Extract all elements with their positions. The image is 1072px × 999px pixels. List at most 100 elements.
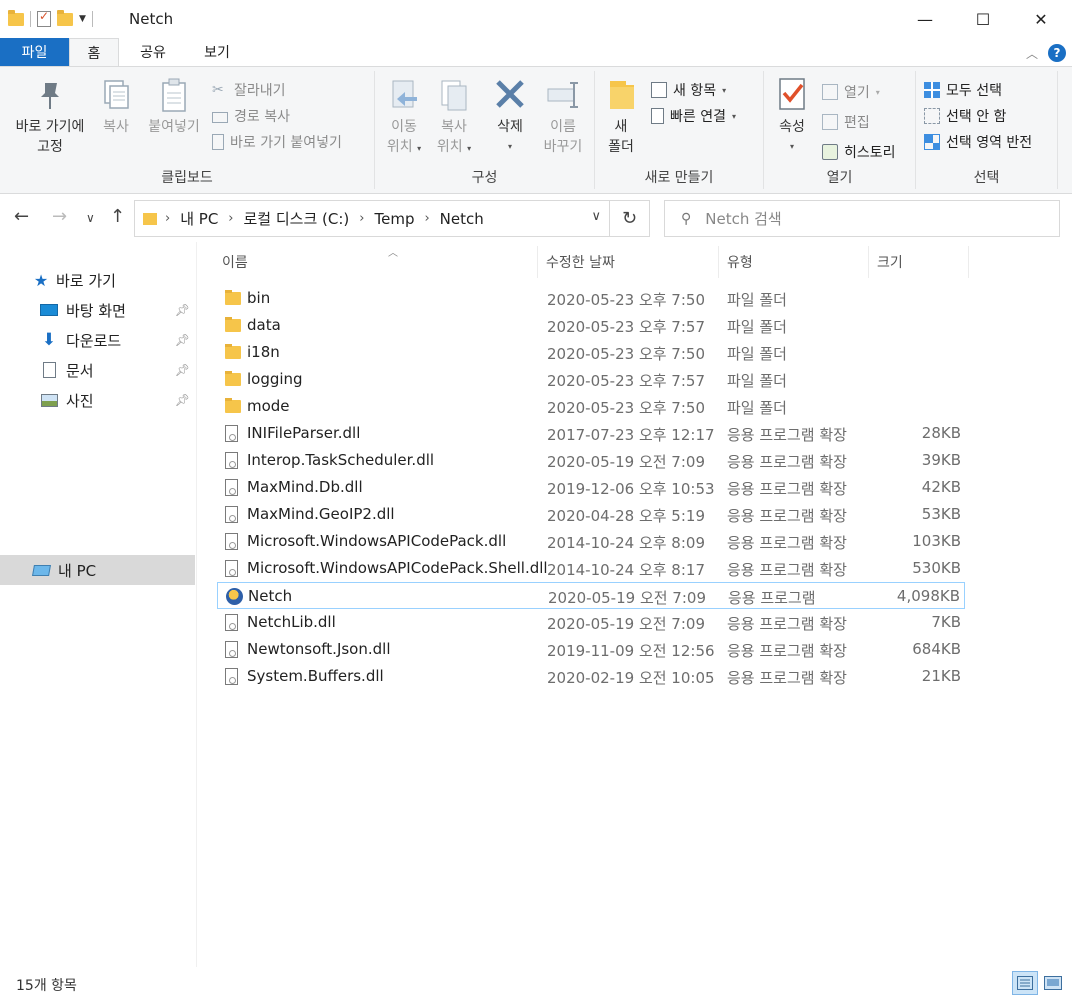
file-row[interactable]: MaxMind.GeoIP2.dll 2020-04-28 오후 5:19 응용 프… xyxy=(217,501,965,528)
download-icon: ⬇ xyxy=(41,330,57,350)
rename-button[interactable]: 이름 바꾸기 xyxy=(537,77,589,157)
move-to-button[interactable]: 이동 위치 ▾ xyxy=(381,77,427,159)
details-view-button[interactable] xyxy=(1012,971,1038,995)
refresh-icon: ↻ xyxy=(621,208,638,229)
tab-view[interactable]: 보기 xyxy=(188,38,246,66)
file-type: 파일 폴더 xyxy=(727,291,787,309)
sidebar-item-documents[interactable]: 문서 📌︎ xyxy=(0,355,195,385)
address-history-dropdown[interactable]: ∨ xyxy=(591,209,601,224)
breadcrumb-separator[interactable]: › xyxy=(228,211,233,226)
dll-file-icon xyxy=(225,452,241,469)
star-icon: ★ xyxy=(33,270,49,290)
file-row[interactable]: Newtonsoft.Json.dll 2019-11-09 오전 12:56 응용… xyxy=(217,636,965,663)
forward-button[interactable]: → xyxy=(52,206,67,227)
file-row[interactable]: Microsoft.WindowsAPICodePack.Shell.dll 20… xyxy=(217,555,965,582)
large-icons-view-button[interactable] xyxy=(1040,971,1066,995)
delete-button[interactable]: 삭제 ▾ xyxy=(485,77,535,157)
folder-icon xyxy=(8,9,24,26)
copy-to-button[interactable]: 복사 위치 ▾ xyxy=(431,77,477,159)
breadcrumb-temp[interactable]: Temp xyxy=(374,210,414,228)
new-item-button[interactable]: 새 항목 ▾ xyxy=(651,79,726,101)
new-folder-icon[interactable] xyxy=(57,9,73,26)
customize-toolbar-dropdown[interactable]: ▼ xyxy=(79,14,86,24)
move-to-icon xyxy=(392,80,417,108)
folder-row[interactable]: data 2020-05-23 오후 7:57 파일 폴더 xyxy=(217,312,965,339)
breadcrumb-local-disk[interactable]: 로컬 디스크 (C:) xyxy=(244,208,350,229)
breadcrumb-separator[interactable]: › xyxy=(424,211,429,226)
history-button[interactable]: 히스토리 xyxy=(822,141,896,163)
help-icon[interactable]: ? xyxy=(1048,44,1066,62)
copy-icon xyxy=(104,80,129,109)
file-list: 이름 ︿ 수정한 날짜 유형 크기 bin 2020-05-23 오후 7:50 파… xyxy=(197,242,1072,967)
file-row[interactable]: INIFileParser.dll 2017-07-23 오후 12:17 응용 프… xyxy=(217,420,965,447)
folder-row[interactable]: i18n 2020-05-23 오후 7:50 파일 폴더 xyxy=(217,339,965,366)
sidebar-item-this-pc[interactable]: 내 PC xyxy=(0,555,195,585)
sidebar-item-desktop[interactable]: 바탕 화면 📌︎ xyxy=(0,295,195,325)
column-header-date[interactable]: 수정한 날짜 xyxy=(538,246,719,278)
file-row[interactable]: MaxMind.Db.dll 2019-12-06 오후 10:53 응용 프로그램… xyxy=(217,474,965,501)
back-button[interactable]: ← xyxy=(14,206,29,227)
pin-to-quick-access-button[interactable]: 바로 가기에 고정 xyxy=(6,77,94,157)
recent-locations-dropdown[interactable]: ∨ xyxy=(86,211,95,225)
collapse-ribbon-icon[interactable]: ︿ xyxy=(1026,45,1038,62)
search-icon: ⚲ xyxy=(681,210,692,227)
copy-path-button[interactable]: 경로 복사 xyxy=(212,105,290,127)
maximize-button[interactable]: ☐ xyxy=(954,0,1012,38)
breadcrumb-separator[interactable]: › xyxy=(359,211,364,226)
history-label: 히스토리 xyxy=(844,145,896,161)
sidebar-item-quick-access[interactable]: ★ 바로 가기 xyxy=(0,265,195,295)
pin-icon[interactable]: 📌︎ xyxy=(175,303,190,317)
new-folder-button[interactable]: 새 폴더 xyxy=(601,77,641,157)
file-name: i18n xyxy=(247,343,280,361)
properties-button[interactable]: 속성 ▾ xyxy=(770,77,814,157)
folder-row[interactable]: logging 2020-05-23 오후 7:57 파일 폴더 xyxy=(217,366,965,393)
tab-file[interactable]: 파일 xyxy=(0,38,69,66)
sidebar-item-downloads[interactable]: ⬇ 다운로드 📌︎ xyxy=(0,325,195,355)
file-date-modified: 2017-07-23 오후 12:17 xyxy=(547,426,715,444)
quick-access-toolbar: ▼ xyxy=(8,9,93,29)
file-row[interactable]: Netch 2020-05-19 오전 7:09 응용 프로그램 4,098KB xyxy=(217,582,965,609)
rename-label-line1: 이름 xyxy=(550,119,576,135)
paste-shortcut-button[interactable]: 바로 가기 붙여넣기 xyxy=(212,131,342,153)
refresh-button[interactable]: ↻ xyxy=(610,200,650,237)
column-header-size[interactable]: 크기 xyxy=(869,246,969,278)
sidebar-item-pictures[interactable]: 사진 📌︎ xyxy=(0,385,195,415)
easy-access-button[interactable]: 빠른 연결 ▾ xyxy=(651,105,736,127)
search-box[interactable]: ⚲ Netch 검색 xyxy=(664,200,1060,237)
properties-icon[interactable] xyxy=(37,9,51,27)
column-header-name[interactable]: 이름 ︿ xyxy=(214,246,538,278)
invert-selection-button[interactable]: 선택 영역 반전 xyxy=(924,131,1032,153)
folder-row[interactable]: mode 2020-05-23 오후 7:50 파일 폴더 xyxy=(217,393,965,420)
breadcrumb-this-pc[interactable]: 내 PC xyxy=(180,208,218,229)
paste-button[interactable]: 붙여넣기 xyxy=(142,77,206,137)
edit-button[interactable]: 편집 xyxy=(822,111,870,133)
select-none-button[interactable]: 선택 안 함 xyxy=(924,105,1006,127)
select-all-button[interactable]: 모두 선택 xyxy=(924,79,1002,101)
close-button[interactable]: ✕ xyxy=(1012,0,1070,38)
copy-label: 복사 xyxy=(103,119,129,135)
file-row[interactable]: Microsoft.WindowsAPICodePack.dll 2014-10-… xyxy=(217,528,965,555)
tab-home[interactable]: 홈 xyxy=(69,38,119,67)
invert-selection-label: 선택 영역 반전 xyxy=(946,135,1033,151)
open-button[interactable]: 열기 ▾ xyxy=(822,81,880,103)
file-row[interactable]: System.Buffers.dll 2020-02-19 오전 10:05 응용 … xyxy=(217,663,965,690)
copy-button[interactable]: 복사 xyxy=(96,77,136,137)
column-header-type[interactable]: 유형 xyxy=(719,246,869,278)
file-name: MaxMind.Db.dll xyxy=(247,478,363,496)
file-row[interactable]: Interop.TaskScheduler.dll 2020-05-19 오전 7… xyxy=(217,447,965,474)
folder-row[interactable]: bin 2020-05-23 오후 7:50 파일 폴더 xyxy=(217,285,965,312)
minimize-button[interactable]: — xyxy=(896,0,954,38)
pin-icon[interactable]: 📌︎ xyxy=(175,363,190,377)
cut-button[interactable]: ✂ 잘라내기 xyxy=(212,79,286,101)
file-row[interactable]: NetchLib.dll 2020-05-19 오전 7:09 응용 프로그램 확장… xyxy=(217,609,965,636)
file-date-modified: 2020-02-19 오전 10:05 xyxy=(547,669,715,687)
dll-file-icon xyxy=(225,479,241,496)
tab-share[interactable]: 공유 xyxy=(128,38,178,66)
address-bar[interactable]: › 내 PC › 로컬 디스크 (C:) › Temp › Netch ∨ xyxy=(134,200,610,237)
select-group: 모두 선택 선택 안 함 선택 영역 반전 선택 xyxy=(916,71,1058,189)
pin-icon[interactable]: 📌︎ xyxy=(175,333,190,347)
breadcrumb-netch[interactable]: Netch xyxy=(440,210,484,228)
up-button[interactable]: ↑ xyxy=(110,206,125,227)
pin-icon[interactable]: 📌︎ xyxy=(175,393,190,407)
breadcrumb-separator[interactable]: › xyxy=(165,211,170,226)
